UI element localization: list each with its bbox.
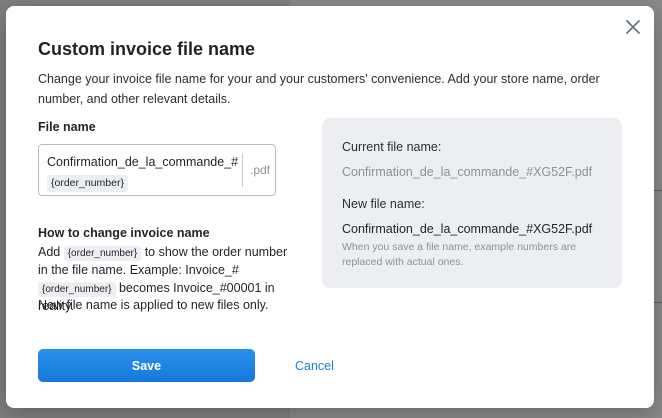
file-name-input[interactable]: Confirmation_de_la_commande_# {order_num… [38, 144, 276, 196]
current-file-name-label: Current file name: [342, 140, 442, 154]
howto-title: How to change invoice name [38, 226, 210, 240]
dialog-title: Custom invoice file name [38, 39, 256, 59]
dialog-description: Change your invoice file name for your a… [38, 72, 600, 106]
file-extension: .pdf [250, 163, 271, 177]
close-icon [626, 20, 640, 34]
current-file-name-value: Confirmation_de_la_commande_#XG52F.pdf [342, 165, 593, 179]
file-name-label: File name [38, 120, 96, 134]
close-button[interactable] [622, 16, 644, 38]
file-name-prefix: Confirmation_de_la_commande_# [47, 155, 239, 169]
howto-note: New file name is applied to new files on… [38, 298, 269, 312]
custom-invoice-file-name-dialog: Custom invoice file name Change your inv… [6, 6, 654, 408]
new-file-name-value: Confirmation_de_la_commande_#XG52F.pdf [342, 222, 593, 236]
cancel-button[interactable]: Cancel [295, 359, 334, 373]
file-name-value: Confirmation_de_la_commande_# {order_num… [47, 152, 239, 192]
order-number-token: {order_number} [38, 282, 116, 297]
new-file-name-label: New file name: [342, 197, 425, 211]
save-button[interactable]: Save [38, 349, 255, 382]
howto-text: Add [38, 245, 64, 259]
order-number-token: {order_number} [63, 246, 142, 261]
file-name-preview: Current file name: Confirmation_de_la_co… [322, 118, 622, 288]
order-number-token: {order_number} [47, 175, 128, 192]
preview-hint: When you save a file name, example numbe… [342, 241, 577, 268]
extension-divider [242, 153, 243, 187]
